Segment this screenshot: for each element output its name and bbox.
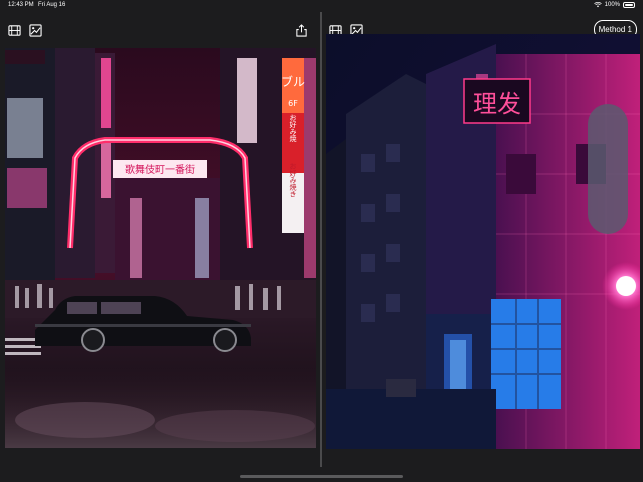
battery-icon bbox=[623, 2, 635, 8]
sign-tower2: お好み焼 bbox=[289, 114, 297, 143]
status-right: 100% bbox=[593, 2, 635, 8]
neon-sign: 理发 bbox=[473, 90, 521, 118]
status-bar: 12:43 PM Fri Aug 16 100% bbox=[0, 0, 643, 12]
left-toolbar bbox=[0, 12, 320, 48]
sign-tower3: お好み焼き bbox=[289, 163, 297, 198]
sign-tower1-sub: 6F bbox=[288, 99, 298, 108]
home-indicator[interactable] bbox=[240, 475, 403, 478]
film-icon[interactable] bbox=[8, 24, 21, 37]
wifi-icon bbox=[593, 2, 602, 8]
neon-building-photo[interactable]: 理发 bbox=[326, 34, 640, 449]
battery-percent: 100% bbox=[604, 2, 620, 8]
left-panel: ブル 6F お好み焼 お好み焼き 歌舞伎町一番街 bbox=[0, 12, 320, 457]
share-icon[interactable] bbox=[295, 24, 308, 37]
sign-tower1: ブル bbox=[281, 74, 305, 89]
tokyo-street-photo[interactable]: ブル 6F お好み焼 お好み焼き 歌舞伎町一番街 bbox=[5, 48, 316, 448]
image-edit-icon[interactable] bbox=[29, 24, 42, 37]
arch-sign: 歌舞伎町一番街 bbox=[125, 163, 195, 176]
right-panel: Method 1 理发 bbox=[322, 12, 643, 457]
status-time: 12:43 PM bbox=[8, 2, 34, 8]
status-date: Fri Aug 16 bbox=[38, 2, 66, 8]
